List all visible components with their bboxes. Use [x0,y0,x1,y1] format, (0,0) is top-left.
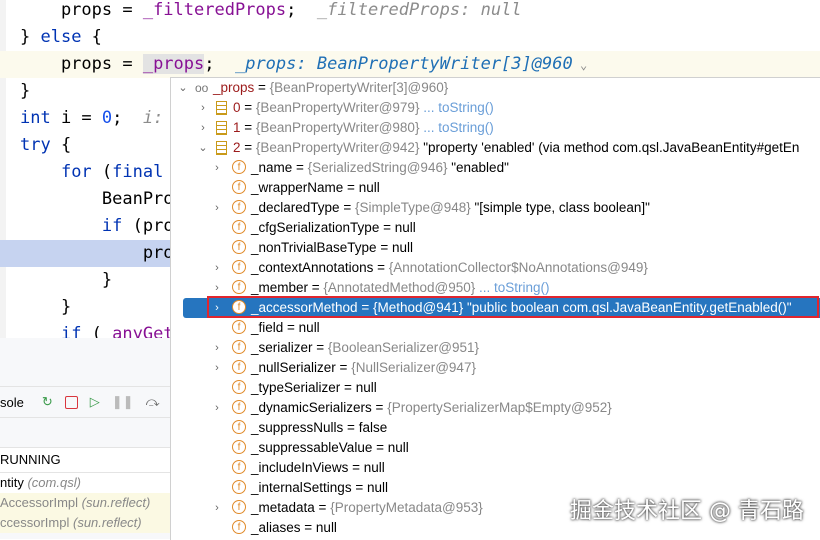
field-row[interactable]: f _wrapperName = null [171,178,820,198]
step-over-icon[interactable]: ⤼ [146,394,160,410]
array-element-icon [216,101,227,115]
array-element[interactable]: › 0 = {BeanPropertyWriter@979} ... toStr… [171,98,820,118]
field-row[interactable]: f _includeInViews = null [171,458,820,478]
field-row[interactable]: › f _dynamicSerializers = {PropertySeria… [171,398,820,418]
array-element[interactable]: › 1 = {BeanPropertyWriter@980} ... toStr… [171,118,820,138]
rerun-icon[interactable]: ↻ [42,394,53,410]
chevron-down-icon[interactable]: ⌄ [177,78,189,98]
chevron-right-icon[interactable]: › [211,298,223,318]
tree-root[interactable]: ⌄ oo _props = {BeanPropertyWriter[3]@960… [171,78,820,98]
code-line: } else { [20,27,102,47]
to-string-link[interactable]: ... toString() [423,120,494,135]
field-row[interactable]: f _suppressNulls = false [171,418,820,438]
field-icon: f [232,280,246,294]
chevron-right-icon[interactable]: › [211,498,223,518]
array-element[interactable]: ⌄ 2 = {BeanPropertyWriter@942} "property… [171,138,820,158]
code-line: props = _filteredProps; _filteredProps: … [20,0,522,20]
field-icon: f [232,160,246,174]
frame-item[interactable]: ntity (com.qsl) [0,473,172,493]
field-icon: f [232,520,246,534]
debug-panel: sole ↻ ▷ ❚❚ ⤼ RUNNING ntity (com.qsl) Ac… [0,338,172,539]
pause-icon[interactable]: ❚❚ [112,394,134,410]
chevron-right-icon[interactable]: › [211,198,223,218]
field-row[interactable]: f _nonTrivialBaseType = null [171,238,820,258]
field-icon: f [232,260,246,274]
field-icon: f [232,440,246,454]
chevron-down-icon[interactable]: ⌄ [197,138,209,158]
array-element-icon [216,121,227,135]
field-row[interactable]: › f _declaredType = {SimpleType@948} "[s… [171,198,820,218]
frame-item[interactable]: AccessorImpl (sun.reflect) [0,493,172,513]
field-icon: f [232,500,246,514]
to-string-link[interactable]: ... toString() [479,280,550,295]
code-line-current: props = _props; _props: BeanPropertyWrit… [0,51,820,78]
field-row[interactable]: › f _serializer = {BooleanSerializer@951… [171,338,820,358]
field-row[interactable]: f _suppressableValue = null [171,438,820,458]
to-string-link[interactable]: ... toString() [423,100,494,115]
chevron-right-icon[interactable]: › [197,98,209,118]
watch-glasses-icon: oo [195,81,209,95]
field-icon: f [232,460,246,474]
stop-icon[interactable] [64,395,78,409]
chevron-right-icon[interactable]: › [211,158,223,178]
frame-item[interactable]: ccessorImpl (sun.reflect) [0,513,172,533]
chevron-right-icon[interactable]: › [211,358,223,378]
field-icon: f [232,300,246,314]
field-row[interactable]: › f _member = {AnnotatedMethod@950} ... … [171,278,820,298]
field-icon: f [232,180,246,194]
field-icon: f [232,340,246,354]
array-element-icon [216,141,227,155]
field-row[interactable]: › f _contextAnnotations = {AnnotationCol… [171,258,820,278]
field-row[interactable]: › f _nullSerializer = {NullSerializer@94… [171,358,820,378]
field-icon: f [232,400,246,414]
debug-toolbar: sole ↻ ▷ ❚❚ ⤼ [0,386,172,418]
field-icon: f [232,200,246,214]
field-icon: f [232,240,246,254]
field-row[interactable]: › f _accessorMethod = {Method@941} "publ… [171,296,820,318]
field-row[interactable]: › f _name = {SerializedString@946} "enab… [171,158,820,178]
field-icon: f [232,360,246,374]
field-row[interactable]: f _typeSerializer = null [171,378,820,398]
watermark: 掘金技术社区 @ 青石路 [570,499,804,524]
field-icon: f [232,480,246,494]
chevron-right-icon[interactable]: › [211,278,223,298]
chevron-right-icon[interactable]: › [211,398,223,418]
field-icon: f [232,420,246,434]
field-icon: f [232,380,246,394]
chevron-right-icon[interactable]: › [211,258,223,278]
inline-value-popup: ⌄ oo _props = {BeanPropertyWriter[3]@960… [170,77,820,540]
field-row[interactable]: f _cfgSerializationType = null [171,218,820,238]
thread-status[interactable]: RUNNING [0,447,172,473]
chevron-right-icon[interactable]: › [211,338,223,358]
chevron-right-icon[interactable]: › [197,118,209,138]
resume-icon[interactable]: ▷ [90,394,100,410]
field-icon: f [232,220,246,234]
field-icon: f [232,320,246,334]
console-tab[interactable]: sole [0,395,24,410]
field-row[interactable]: f _field = null [171,318,820,338]
